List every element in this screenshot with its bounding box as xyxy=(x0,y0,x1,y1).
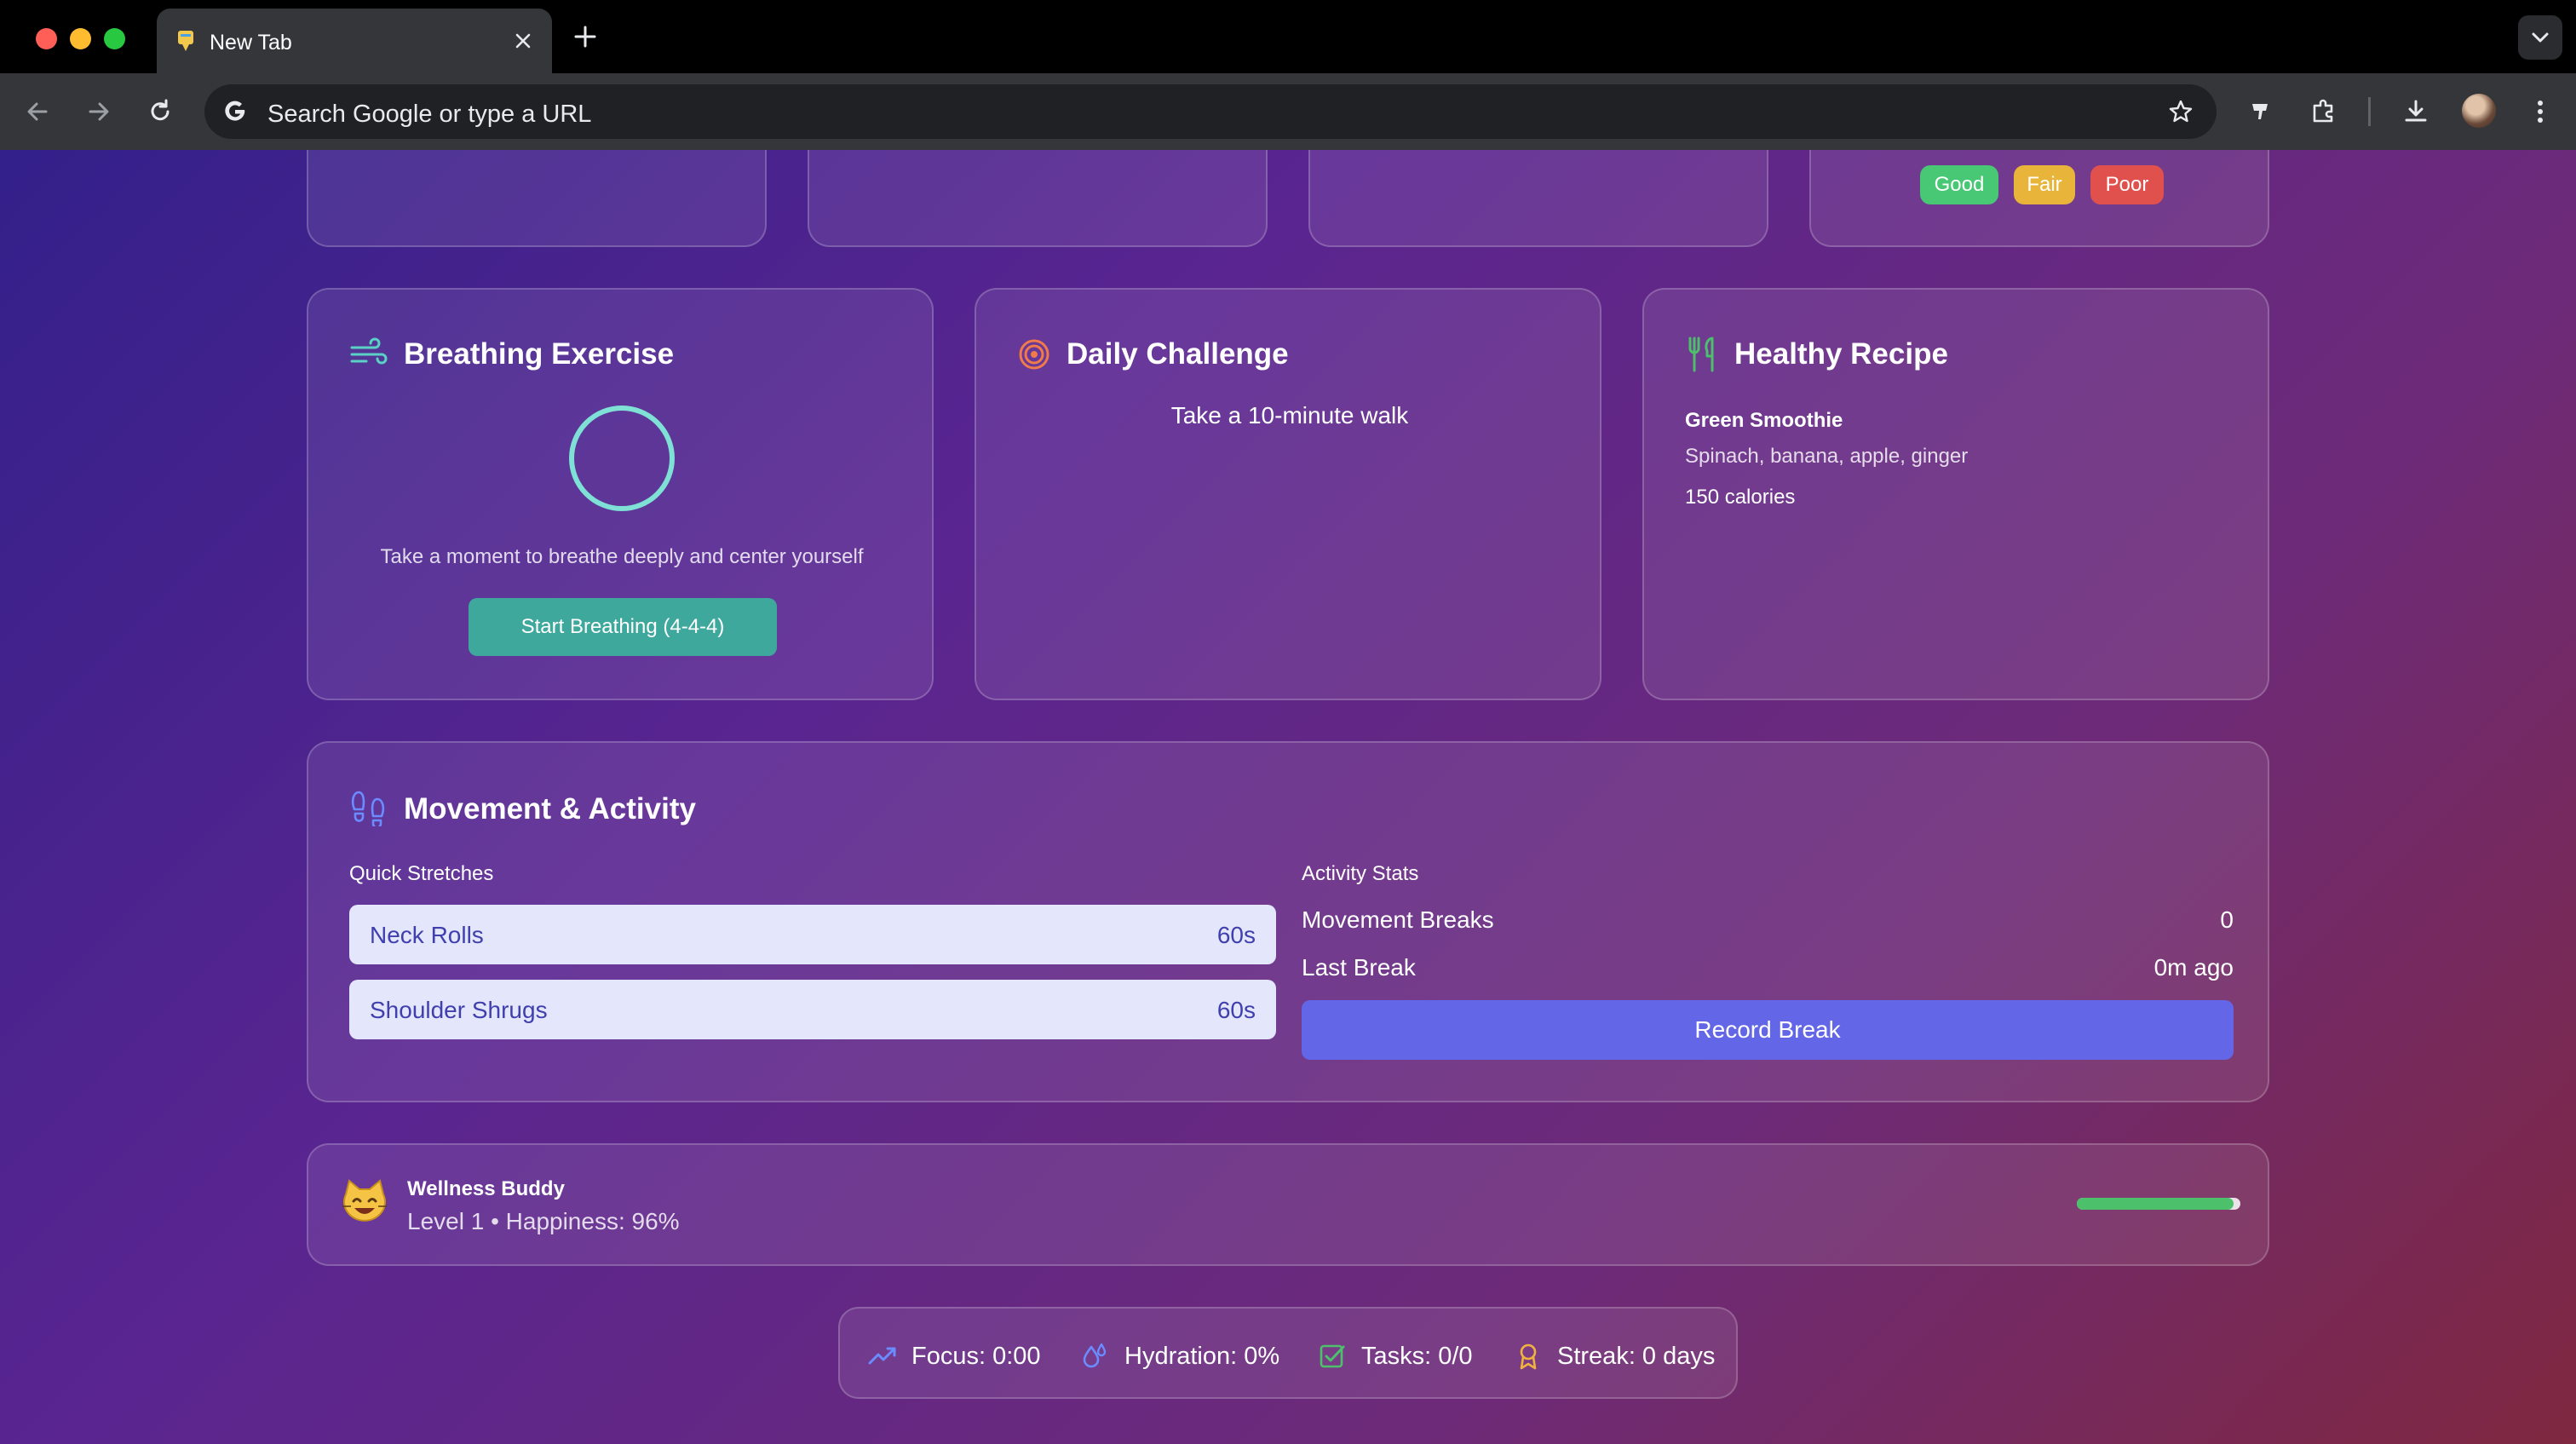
tab-strip: New Tab xyxy=(0,0,2576,73)
recipe-name: Green Smoothie xyxy=(1685,409,1843,432)
window-minimize-button[interactable] xyxy=(70,28,91,49)
movement-card: Movement & Activity Quick Stretches Neck… xyxy=(307,741,2269,1102)
download-icon[interactable] xyxy=(2401,96,2431,127)
record-break-button[interactable]: Record Break xyxy=(1302,1000,2234,1060)
breathing-title: Breathing Exercise xyxy=(404,337,675,371)
stat-last-break: Last Break 0m ago xyxy=(1302,954,2234,981)
stretch-item-neck-rolls[interactable]: Neck Rolls 60s xyxy=(349,905,1276,964)
quick-stretches-label: Quick Stretches xyxy=(349,862,494,885)
stat-movement-breaks: Movement Breaks 0 xyxy=(1302,906,2234,934)
stat-label: Movement Breaks xyxy=(1302,906,1494,933)
stat-value: 0 xyxy=(2220,906,2234,933)
top-card-1 xyxy=(307,150,767,247)
stretch-duration: 60s xyxy=(1216,997,1256,1023)
award-icon xyxy=(1520,1343,1537,1370)
stat-label: Last Break xyxy=(1302,954,1416,981)
stat-value: 0m ago xyxy=(2153,954,2234,981)
happiness-bar xyxy=(2077,1198,2240,1210)
reload-icon[interactable] xyxy=(145,96,175,127)
footprints-icon xyxy=(351,791,385,826)
wellness-dashboard: Good Fair Poor Breathing Exercise Take a… xyxy=(0,150,2576,1444)
tab-title: New Tab xyxy=(210,31,292,55)
toolbar-divider xyxy=(2368,97,2371,126)
window-close-button[interactable] xyxy=(36,28,57,49)
wellness-buddy-card: Wellness Buddy Level 1 • Happiness: 96% xyxy=(307,1143,2269,1266)
posture-good-button[interactable]: Good xyxy=(1920,165,1998,204)
close-icon[interactable] xyxy=(513,31,533,51)
extension-puzzle-icon[interactable] xyxy=(2309,96,2339,127)
checkbox-icon xyxy=(1320,1344,1345,1368)
focus-text: Focus: 0:00 xyxy=(911,1343,1041,1370)
movement-title: Movement & Activity xyxy=(404,792,696,826)
healthy-recipe-card: Healthy Recipe Green Smoothie Spinach, b… xyxy=(1642,288,2269,700)
posture-card: Good Fair Poor xyxy=(1809,150,2269,247)
target-icon xyxy=(1019,339,1049,370)
posture-fair-button[interactable]: Fair xyxy=(2014,165,2075,204)
daily-challenge-card: Daily Challenge Take a 10-minute walk xyxy=(975,288,1601,700)
plus-icon[interactable] xyxy=(572,24,598,49)
wind-icon xyxy=(350,337,388,365)
daily-challenge-title: Daily Challenge xyxy=(1067,337,1289,371)
tab-favicon-icon xyxy=(178,31,193,51)
cat-face-icon xyxy=(342,1179,387,1222)
posture-poor-button[interactable]: Poor xyxy=(2090,165,2164,204)
stretch-name: Neck Rolls xyxy=(370,922,484,948)
start-breathing-button[interactable]: Start Breathing (4-4-4) xyxy=(469,598,777,656)
buddy-name: Wellness Buddy xyxy=(407,1177,565,1200)
tasks-text: Tasks: 0/0 xyxy=(1361,1343,1473,1370)
recipe-calories: 150 calories xyxy=(1685,486,1796,509)
google-g-icon xyxy=(225,101,245,121)
chevron-down-icon xyxy=(2532,32,2549,43)
hydration-text: Hydration: 0% xyxy=(1124,1343,1280,1370)
window-maximize-button[interactable] xyxy=(104,28,125,49)
utensils-icon xyxy=(1688,337,1714,372)
streak-text: Streak: 0 days xyxy=(1557,1343,1716,1370)
stretch-duration: 60s xyxy=(1216,922,1256,948)
trending-up-icon xyxy=(868,1347,896,1365)
breathing-circle xyxy=(569,406,675,511)
forward-arrow-icon[interactable] xyxy=(83,96,114,127)
back-arrow-icon[interactable] xyxy=(22,96,53,127)
browser-toolbar: Search Google or type a URL xyxy=(0,73,2576,150)
extension-icon[interactable] xyxy=(2245,96,2276,127)
top-card-2 xyxy=(808,150,1268,247)
address-placeholder: Search Google or type a URL xyxy=(267,101,592,128)
kebab-menu-icon[interactable] xyxy=(2525,96,2556,127)
tab-new-tab[interactable]: New Tab xyxy=(157,9,552,73)
recipe-ingredients: Spinach, banana, apple, ginger xyxy=(1685,445,1969,468)
buddy-status: Level 1 • Happiness: 96% xyxy=(407,1208,680,1234)
daily-challenge-text: Take a 10-minute walk xyxy=(1170,402,1409,429)
happiness-bar-fill xyxy=(2077,1198,2234,1210)
tab-search-button[interactable] xyxy=(2518,15,2562,60)
stretch-item-shoulder-shrugs[interactable]: Shoulder Shrugs 60s xyxy=(349,980,1276,1039)
activity-stats-label: Activity Stats xyxy=(1302,862,1419,885)
top-card-3 xyxy=(1308,150,1768,247)
address-bar[interactable]: Search Google or type a URL xyxy=(204,84,2217,139)
status-bar: Focus: 0:00 Hydration: 0% Tasks: 0/0 Str… xyxy=(838,1307,1738,1399)
star-icon[interactable] xyxy=(2167,98,2194,125)
droplets-icon xyxy=(1083,1343,1107,1368)
breathing-prompt: Take a moment to breathe deeply and cent… xyxy=(380,545,864,568)
healthy-recipe-title: Healthy Recipe xyxy=(1734,337,1948,371)
stretch-name: Shoulder Shrugs xyxy=(370,997,548,1023)
breathing-card: Breathing Exercise Take a moment to brea… xyxy=(307,288,934,700)
profile-avatar[interactable] xyxy=(2462,94,2496,128)
